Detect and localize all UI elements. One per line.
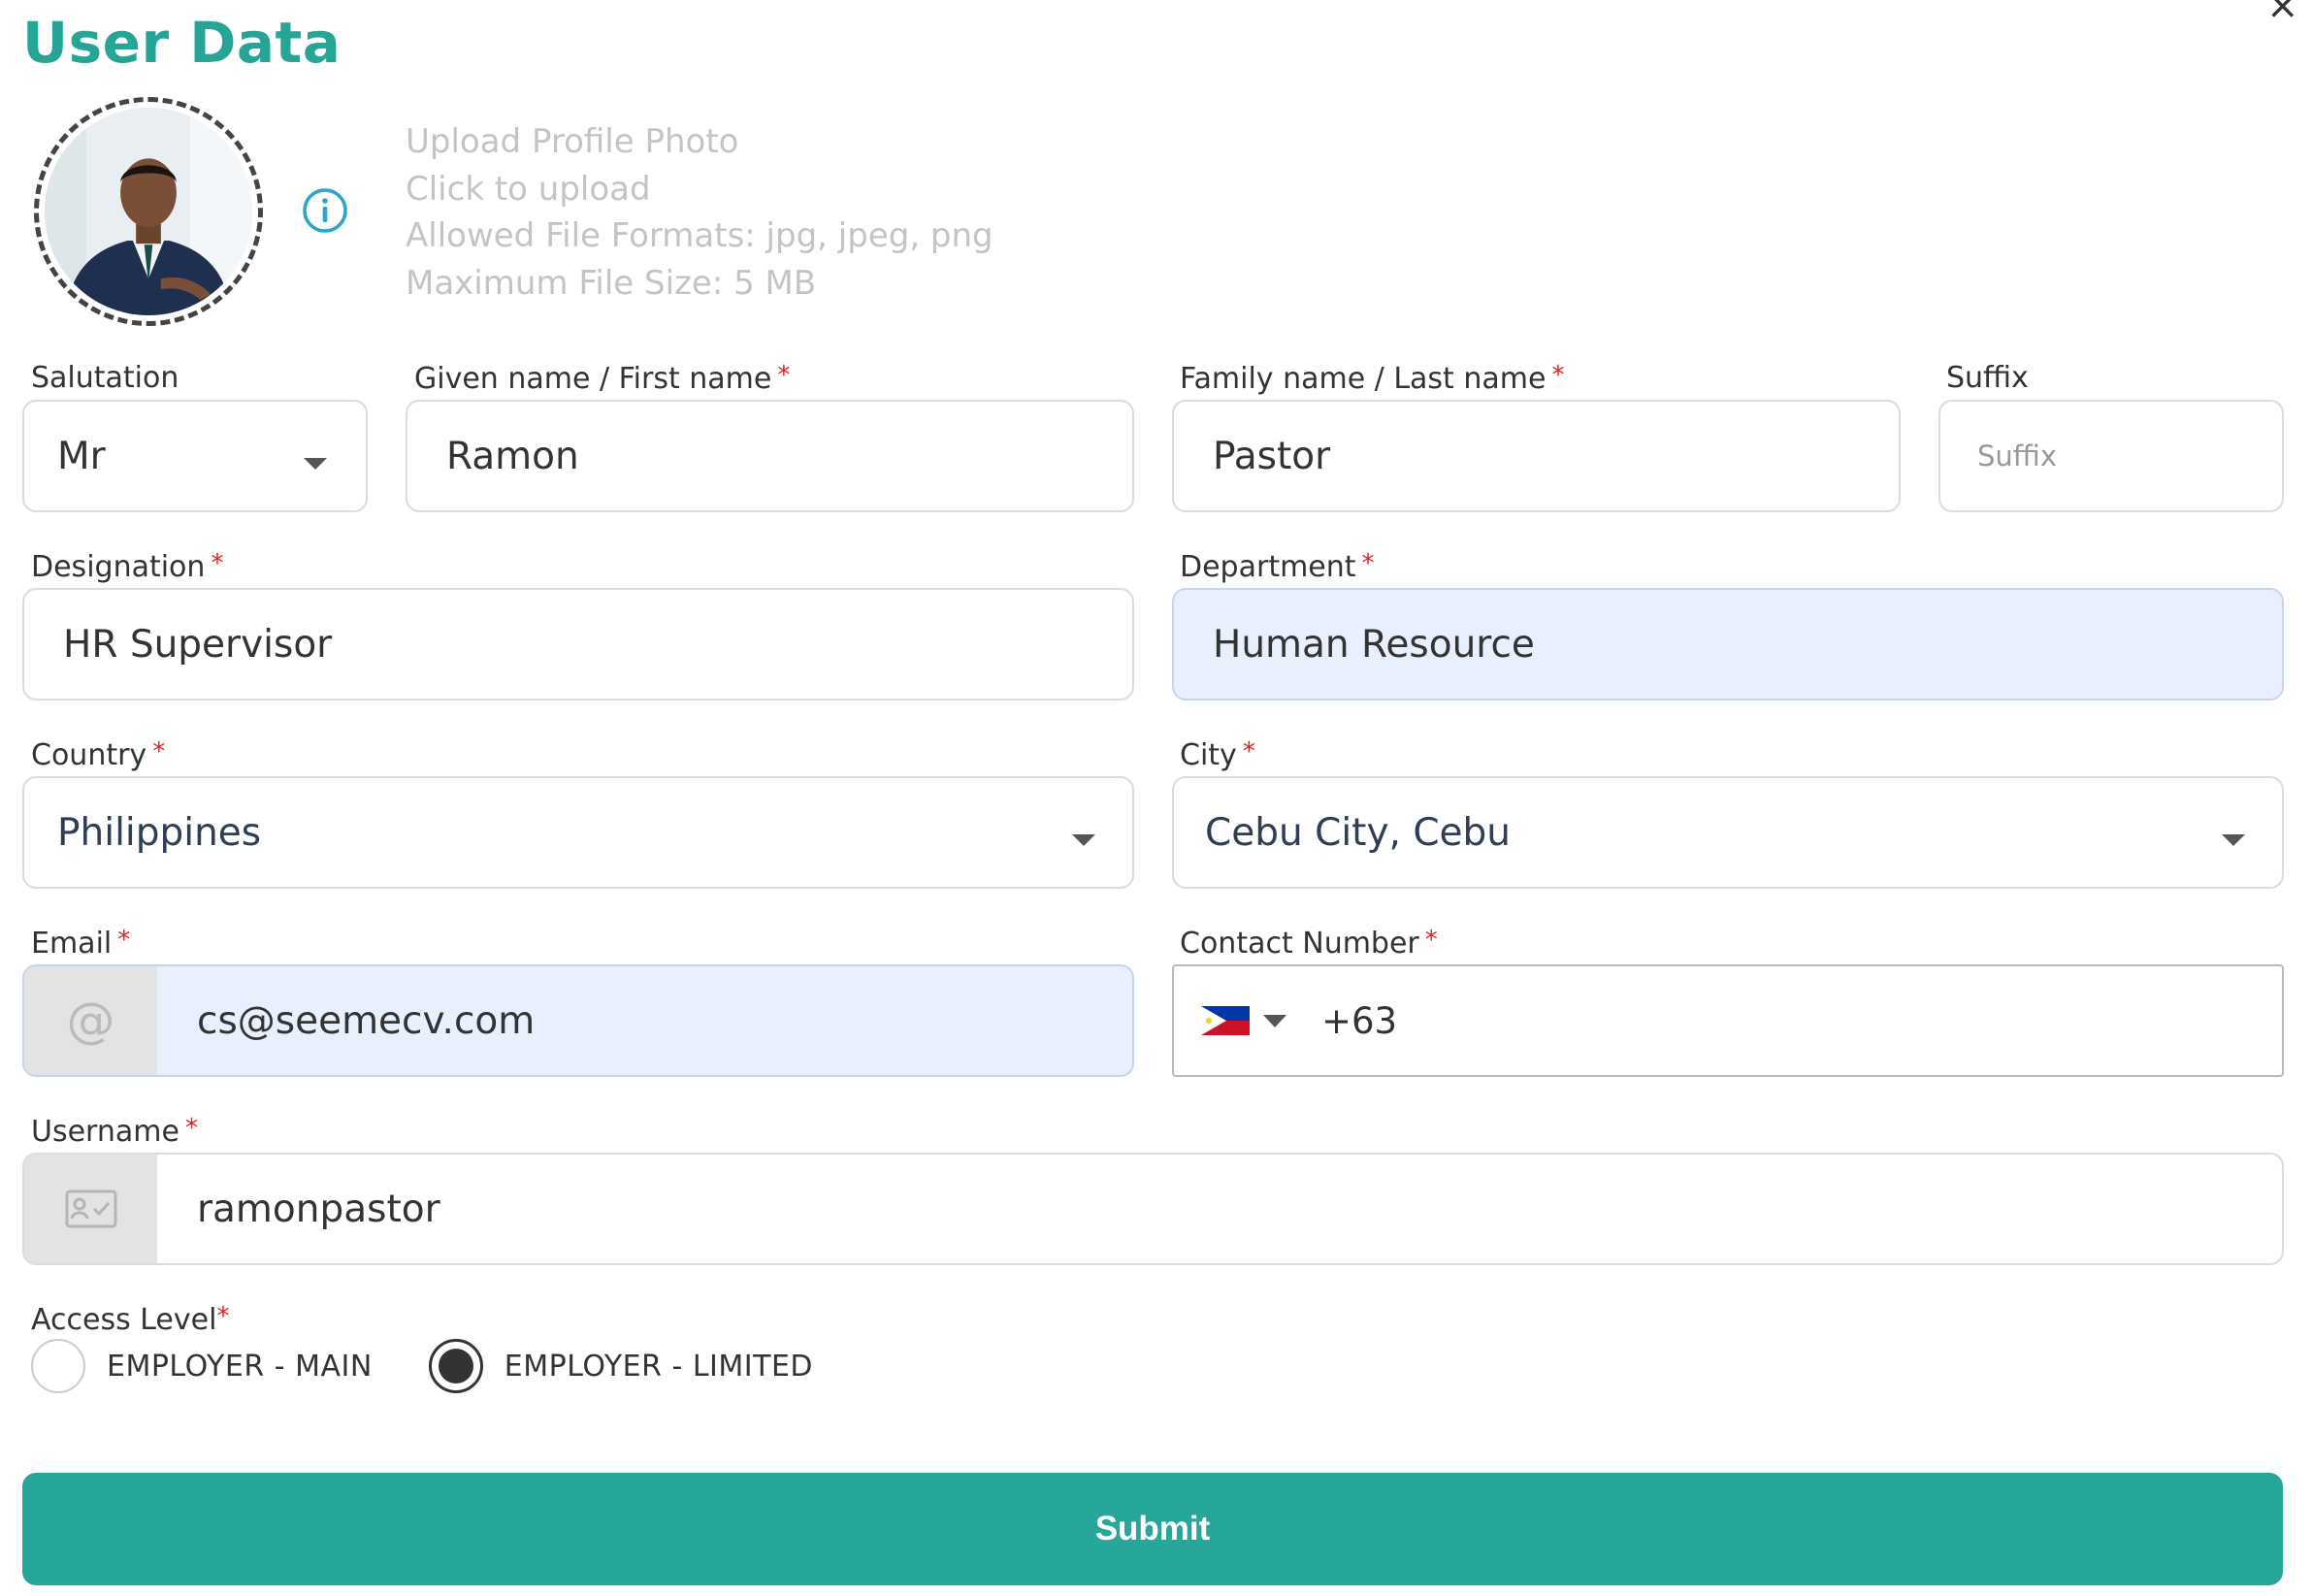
designation-input[interactable]: HR Supervisor (22, 588, 1134, 700)
id-card-icon (65, 1189, 116, 1228)
upload-hint: Click to upload (406, 169, 651, 209)
salutation-select[interactable]: Mr (22, 400, 368, 512)
username-addon (24, 1155, 157, 1263)
radio-employer-main[interactable] (31, 1339, 85, 1393)
profile-photo-upload[interactable] (34, 97, 263, 326)
given-name-label: Given name / First name * (414, 361, 791, 396)
contact-input[interactable]: +63 (1172, 964, 2284, 1077)
email-label: Email * (31, 926, 131, 961)
radio-label: EMPLOYER - LIMITED (504, 1349, 814, 1384)
access-level-group: EMPLOYER - MAIN EMPLOYER - LIMITED (31, 1339, 813, 1393)
upload-max-size: Maximum File Size: 5 MB (406, 263, 817, 303)
city-select[interactable]: Cebu City, Cebu (1172, 776, 2284, 889)
radio-employer-limited[interactable] (428, 1339, 483, 1393)
family-name-label: Family name / Last name * (1180, 361, 1565, 396)
salutation-label: Salutation (31, 361, 179, 395)
submit-button[interactable]: Submit (22, 1473, 2283, 1585)
access-option-employer-main[interactable]: EMPLOYER - MAIN (31, 1339, 373, 1393)
country-label: Country * (31, 737, 166, 772)
contact-label: Contact Number * (1180, 926, 1438, 961)
page-title: User Data (22, 10, 342, 76)
email-input[interactable]: @ cs@seemecv.com (22, 964, 1134, 1077)
chevron-down-icon (2222, 834, 2245, 846)
country-select[interactable]: Philippines (22, 776, 1134, 889)
philippines-flag-icon (1201, 1006, 1250, 1035)
avatar (45, 108, 252, 315)
city-label: City * (1180, 737, 1255, 772)
chevron-down-icon (1263, 1014, 1286, 1027)
at-icon: @ (66, 993, 115, 1049)
given-name-input[interactable]: Ramon (406, 400, 1134, 512)
access-level-label: Access Level* (31, 1302, 230, 1337)
chevron-down-icon (1072, 834, 1095, 846)
suffix-label: Suffix (1946, 361, 2029, 395)
upload-instructions[interactable]: Upload Profile Photo Click to upload All… (406, 118, 993, 307)
department-label: Department * (1180, 549, 1375, 584)
username-label: Username * (31, 1114, 198, 1149)
upload-title: Upload Profile Photo (406, 122, 739, 161)
email-addon: @ (24, 966, 157, 1075)
close-icon[interactable]: × (2266, 0, 2299, 25)
suffix-input[interactable]: Suffix (1938, 400, 2284, 512)
username-input[interactable]: ramonpastor (22, 1153, 2284, 1265)
family-name-input[interactable]: Pastor (1172, 400, 1901, 512)
designation-label: Designation * (31, 549, 224, 584)
info-icon[interactable] (301, 186, 349, 235)
chevron-down-icon (304, 458, 327, 470)
department-input[interactable]: Human Resource (1172, 588, 2284, 700)
access-option-employer-limited[interactable]: EMPLOYER - LIMITED (428, 1339, 814, 1393)
upload-formats: Allowed File Formats: jpg, jpeg, png (406, 216, 993, 255)
country-code-dropdown[interactable] (1174, 1006, 1286, 1035)
radio-label: EMPLOYER - MAIN (107, 1349, 373, 1384)
